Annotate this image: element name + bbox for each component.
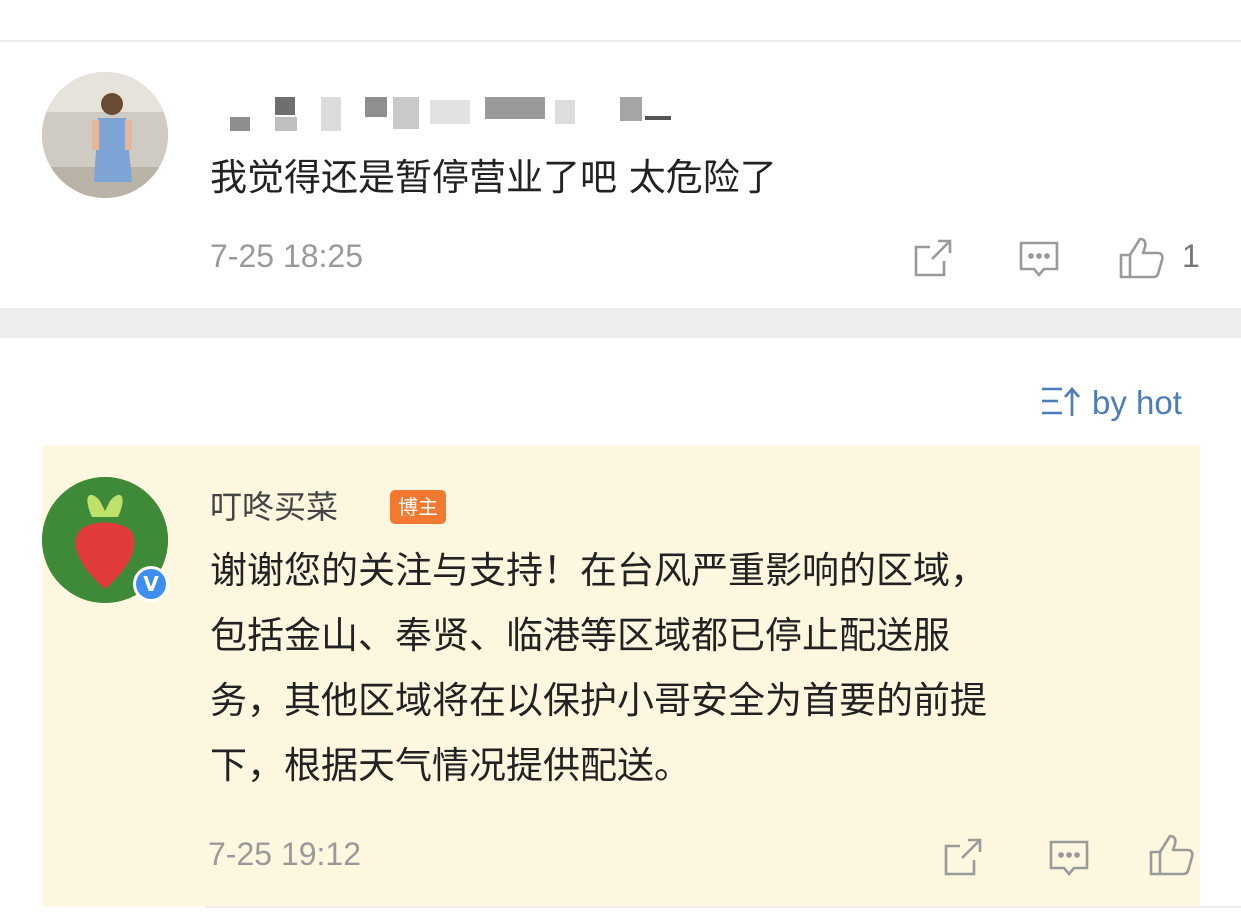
avatar[interactable]	[42, 72, 168, 198]
comment-icon[interactable]	[1018, 238, 1060, 280]
reply-timestamp: 7-25 19:12	[208, 836, 362, 872]
sort-label: by hot	[1092, 384, 1182, 421]
share-icon[interactable]	[912, 237, 954, 279]
share-icon[interactable]	[942, 836, 984, 878]
verified-badge: V	[133, 566, 169, 602]
username-blurred	[225, 92, 675, 134]
thumbs-up-icon[interactable]	[1118, 235, 1166, 281]
sort-by-hot-button[interactable]: by hot	[1040, 383, 1182, 423]
author-badge: 博主	[390, 490, 446, 524]
thumbs-up-icon[interactable]	[1148, 832, 1196, 878]
divider	[205, 906, 1241, 908]
divider	[0, 40, 1241, 42]
like-count: 1	[1182, 238, 1200, 274]
previous-section	[0, 0, 1241, 40]
reply-line: 谢谢您的关注与支持！在台风严重影响的区域，	[210, 549, 987, 592]
reply-line: 下，根据天气情况提供配送。	[210, 744, 691, 787]
comment-text: 我觉得还是暂停营业了吧 太危险了	[210, 156, 777, 199]
comment-timestamp: 7-25 18:25	[210, 238, 364, 274]
author-name[interactable]: 叮咚买菜	[210, 482, 338, 528]
reply-line: 包括金山、奉贤、临港等区域都已停止配送服	[210, 614, 950, 657]
reply-text: 谢谢您的关注与支持！在台风严重影响的区域， 包括金山、奉贤、临港等区域都已停止配…	[210, 538, 1200, 798]
sort-icon	[1040, 384, 1082, 422]
comment-icon[interactable]	[1048, 837, 1090, 879]
section-divider	[0, 308, 1241, 338]
reply-line: 务，其他区域将在以保护小哥安全为首要的前提	[210, 679, 987, 722]
